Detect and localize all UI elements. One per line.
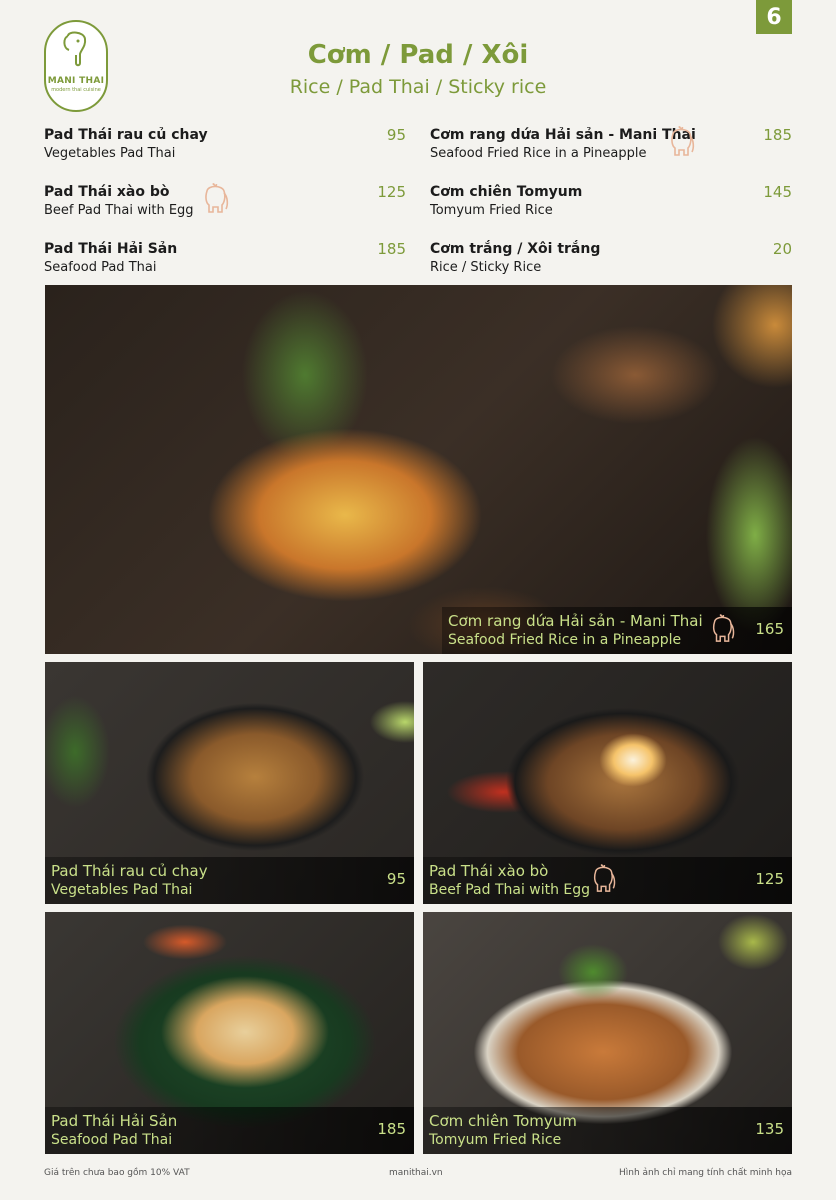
caption-english-name: Seafood Pad Thai <box>51 1132 173 1148</box>
page-subtitle: Rice / Pad Thai / Sticky rice <box>289 76 547 98</box>
item-price: 185 <box>377 240 406 258</box>
dish-photo-tomyum-fried-rice: Cơm chiên Tomyum Tomyum Fried Rice 135 <box>423 912 792 1154</box>
item-name: Cơm rang dứa Hải sản - Mani Thai <box>430 127 696 143</box>
elephant-icon <box>205 183 229 213</box>
footer-website: manithai.vn <box>389 1168 443 1178</box>
caption-price: 185 <box>377 1120 406 1138</box>
photo-caption: Pad Thái rau củ chay Vegetables Pad Thai… <box>45 857 414 904</box>
caption-name: Cơm rang dứa Hải sản - Mani Thai <box>448 612 703 630</box>
page-number: 6 <box>756 0 792 34</box>
item-name: Cơm chiên Tomyum <box>430 184 583 200</box>
caption-price: 95 <box>386 870 406 888</box>
dish-photo-beef-pad-thai: Pad Thái xào bò Beef Pad Thai with Egg 1… <box>423 662 792 904</box>
elephant-icon <box>593 864 616 892</box>
item-price: 185 <box>763 126 792 144</box>
caption-name: Pad Thái Hải Sản <box>51 1112 178 1130</box>
item-price: 125 <box>377 183 406 201</box>
page-title: Cơm / Pad / Xôi <box>307 40 529 70</box>
item-english-name: Vegetables Pad Thai <box>44 146 176 161</box>
item-english-name: Seafood Fried Rice in a Pineapple <box>430 146 647 161</box>
item-english-name: Rice / Sticky Rice <box>430 260 542 275</box>
elephant-icon <box>671 126 695 156</box>
footer-vat-note: Giá trên chưa bao gồm 10% VAT <box>44 1168 190 1178</box>
dish-photo-vegetables-pad-thai: Pad Thái rau củ chay Vegetables Pad Thai… <box>45 662 414 904</box>
menu-item: Pad Thái rau củ chay Vegetables Pad Thai… <box>44 126 406 183</box>
item-name: Cơm trắng / Xôi trắng <box>430 241 601 257</box>
elephant-icon <box>712 614 735 642</box>
photo-caption: Pad Thái xào bò Beef Pad Thai with Egg 1… <box>423 857 792 904</box>
item-price: 145 <box>763 183 792 201</box>
caption-english-name: Vegetables Pad Thai <box>51 882 193 898</box>
item-english-name: Seafood Pad Thai <box>44 260 157 275</box>
item-english-name: Tomyum Fried Rice <box>430 203 553 218</box>
caption-name: Pad Thái rau củ chay <box>51 862 208 880</box>
caption-name: Cơm chiên Tomyum <box>429 1112 577 1130</box>
footer-disclaimer: Hình ảnh chỉ mang tính chất minh họa <box>618 1168 792 1178</box>
photo-caption: Cơm rang dứa Hải sản - Mani Thai Seafood… <box>442 607 792 654</box>
featured-dish-photo: Cơm rang dứa Hải sản - Mani Thai Seafood… <box>45 285 792 654</box>
dish-photo-seafood-pad-thai: Pad Thái Hải Sản Seafood Pad Thai 185 <box>45 912 414 1154</box>
menu-item: Pad Thái xào bò Beef Pad Thai with Egg 1… <box>44 183 406 240</box>
menu-item: Cơm rang dứa Hải sản - Mani Thai Seafood… <box>430 126 792 183</box>
caption-price: 165 <box>755 620 784 638</box>
photo-caption: Pad Thái Hải Sản Seafood Pad Thai 185 <box>45 1107 414 1154</box>
caption-price: 125 <box>755 870 784 888</box>
item-name: Pad Thái rau củ chay <box>44 127 208 143</box>
caption-english-name: Seafood Fried Rice in a Pineapple <box>448 632 682 648</box>
menu-list-right: Cơm rang dứa Hải sản - Mani Thai Seafood… <box>430 126 792 297</box>
item-name: Pad Thái Hải Sản <box>44 241 178 257</box>
menu-list-left: Pad Thái rau củ chay Vegetables Pad Thai… <box>44 126 406 297</box>
menu-item: Cơm chiên Tomyum Tomyum Fried Rice 145 <box>430 183 792 240</box>
item-price: 20 <box>772 240 792 258</box>
caption-price: 135 <box>755 1120 784 1138</box>
caption-english-name: Tomyum Fried Rice <box>429 1132 562 1148</box>
photo-caption: Cơm chiên Tomyum Tomyum Fried Rice 135 <box>423 1107 792 1154</box>
item-price: 95 <box>386 126 406 144</box>
